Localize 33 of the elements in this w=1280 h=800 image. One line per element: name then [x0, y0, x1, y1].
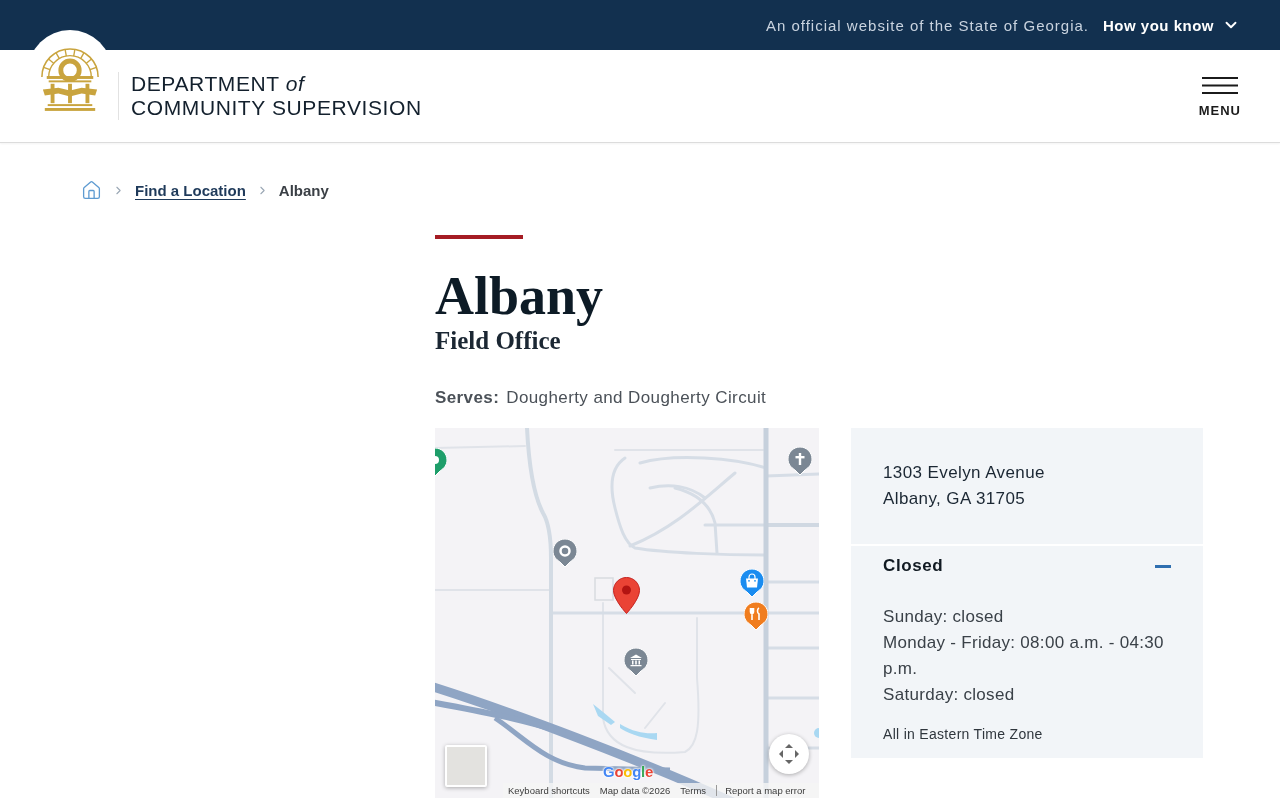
- attribution-link[interactable]: Terms: [680, 785, 707, 796]
- breadcrumb-current: Albany: [278, 181, 329, 199]
- menu-button[interactable]: MENU: [1198, 76, 1241, 118]
- hours-line: Saturday: closed: [883, 684, 1016, 706]
- how-you-know-toggle[interactable]: How you know: [1103, 16, 1240, 34]
- hours-toggle[interactable]: Closed: [851, 546, 1203, 576]
- attribution-link[interactable]: Report a map error: [716, 785, 806, 796]
- hours-line: Monday - Friday: 08:00 a.m. - 04:30 p.m.: [883, 632, 1165, 680]
- serves-value: Dougherty and Dougherty Circuit: [506, 388, 767, 408]
- serves-label: Serves:: [435, 388, 500, 408]
- fullscreen-icon: [779, 744, 799, 764]
- attribution-link[interactable]: Keyboard shortcuts: [508, 785, 590, 796]
- place-pin-icon: [553, 539, 577, 567]
- street-address: 1303 Evelyn Avenue Albany, GA 31705: [883, 462, 1046, 510]
- time-zone-note: All in Eastern Time Zone: [883, 725, 1044, 744]
- home-icon[interactable]: [81, 179, 102, 201]
- breadcrumb-link[interactable]: Find a Location: [135, 181, 246, 199]
- cross-pin-icon: [788, 447, 812, 475]
- page-title: Albany: [435, 266, 605, 326]
- official-site-notice: An official website of the State of Georgia.: [765, 16, 1089, 34]
- pond: [620, 724, 657, 740]
- minus-icon: [1155, 564, 1171, 568]
- site-title: DEPARTMENT of COMMUNITY SUPERVISION: [131, 72, 422, 120]
- pond: [593, 704, 615, 725]
- pond: [814, 728, 819, 738]
- building-pin-icon: [624, 648, 648, 676]
- attribution-link[interactable]: Map data ©2026: [599, 785, 671, 796]
- page-subtitle: Field Office: [435, 326, 562, 356]
- hamburger-menu-icon: [1201, 76, 1238, 94]
- hours-line: Sunday: closed: [883, 606, 1005, 628]
- shopping-bag-pin-icon: [740, 569, 764, 597]
- location-marker-icon: [613, 577, 640, 614]
- fork-knife-pin-icon: [744, 602, 768, 630]
